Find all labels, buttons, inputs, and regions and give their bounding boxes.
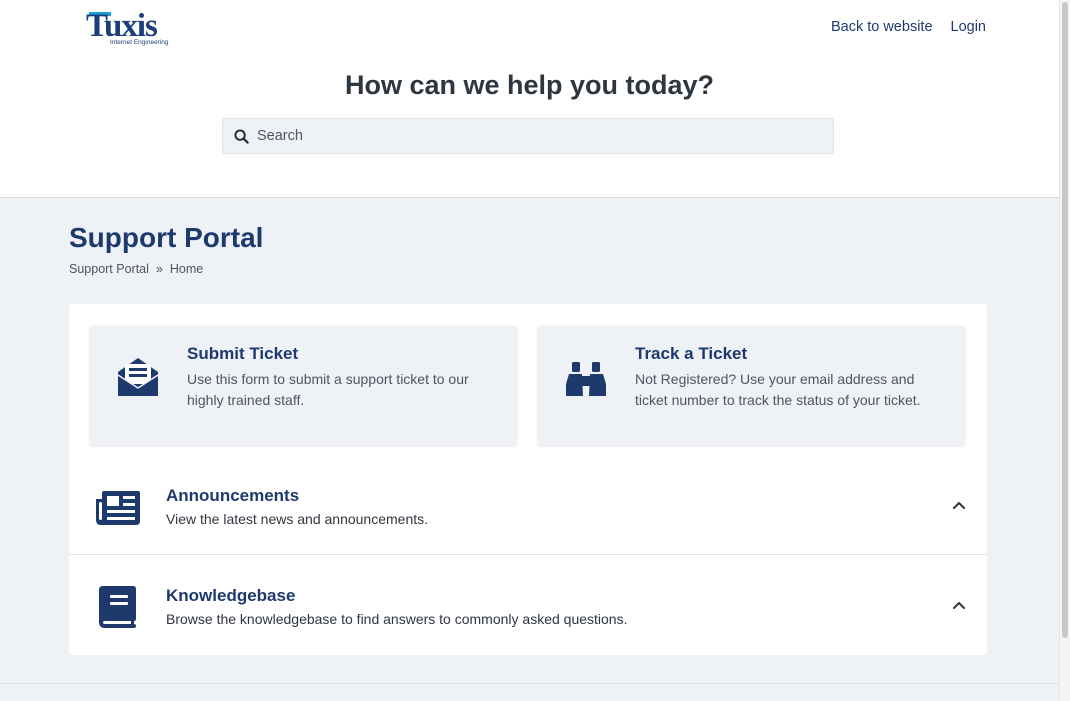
breadcrumb-root-link[interactable]: Support Portal bbox=[69, 262, 149, 276]
track-ticket-card[interactable]: Track a Ticket Not Registered? Use your … bbox=[538, 326, 965, 445]
newspaper-icon bbox=[96, 491, 140, 525]
announcements-section[interactable]: Announcements View the latest news and a… bbox=[69, 455, 987, 555]
track-ticket-description: Not Registered? Use your email address a… bbox=[635, 371, 921, 408]
search-icon bbox=[234, 128, 249, 144]
page-viewport: Tuxis Internet Engineering Back to websi… bbox=[0, 0, 1059, 701]
knowledgebase-description: Browse the knowledgebase to find answers… bbox=[166, 611, 628, 627]
scrollbar-thumb[interactable] bbox=[1062, 2, 1068, 638]
submit-ticket-card[interactable]: Submit Ticket Use this form to submit a … bbox=[90, 326, 517, 445]
back-to-website-link[interactable]: Back to website bbox=[831, 19, 933, 35]
tuxis-logo[interactable]: Tuxis Internet Engineering bbox=[86, 8, 176, 48]
submit-ticket-description: Use this form to submit a support ticket… bbox=[187, 371, 469, 408]
search-box[interactable] bbox=[222, 118, 834, 154]
chevron-up-icon[interactable] bbox=[951, 497, 967, 513]
knowledgebase-title: Knowledgebase bbox=[166, 586, 296, 605]
breadcrumb-current: Home bbox=[169, 262, 204, 276]
book-icon bbox=[99, 586, 136, 628]
breadcrumb-separator: » bbox=[155, 262, 163, 276]
header: Tuxis Internet Engineering Back to websi… bbox=[0, 0, 1059, 198]
envelope-open-text-icon bbox=[117, 358, 159, 396]
page-title: Support Portal bbox=[69, 222, 264, 253]
breadcrumb: Support Portal » Home bbox=[69, 262, 203, 276]
announcements-title: Announcements bbox=[166, 486, 300, 505]
logo-subtitle: Internet Engineering bbox=[110, 39, 169, 46]
chevron-up-icon[interactable] bbox=[951, 597, 967, 613]
announcements-description: View the latest news and announcements. bbox=[166, 511, 429, 527]
search-input[interactable] bbox=[257, 128, 817, 144]
main-panel: Submit Ticket Use this form to submit a … bbox=[69, 304, 987, 655]
track-ticket-title: Track a Ticket bbox=[635, 344, 748, 363]
footer-divider bbox=[0, 683, 1059, 701]
top-nav: Back to website Login bbox=[831, 19, 986, 35]
binoculars-icon bbox=[566, 362, 606, 396]
submit-ticket-title: Submit Ticket bbox=[187, 344, 299, 363]
hero-title: How can we help you today? bbox=[344, 70, 715, 100]
knowledgebase-section[interactable]: Knowledgebase Browse the knowledgebase t… bbox=[69, 555, 987, 655]
login-link[interactable]: Login bbox=[951, 19, 986, 35]
vertical-scrollbar[interactable] bbox=[1059, 0, 1070, 701]
